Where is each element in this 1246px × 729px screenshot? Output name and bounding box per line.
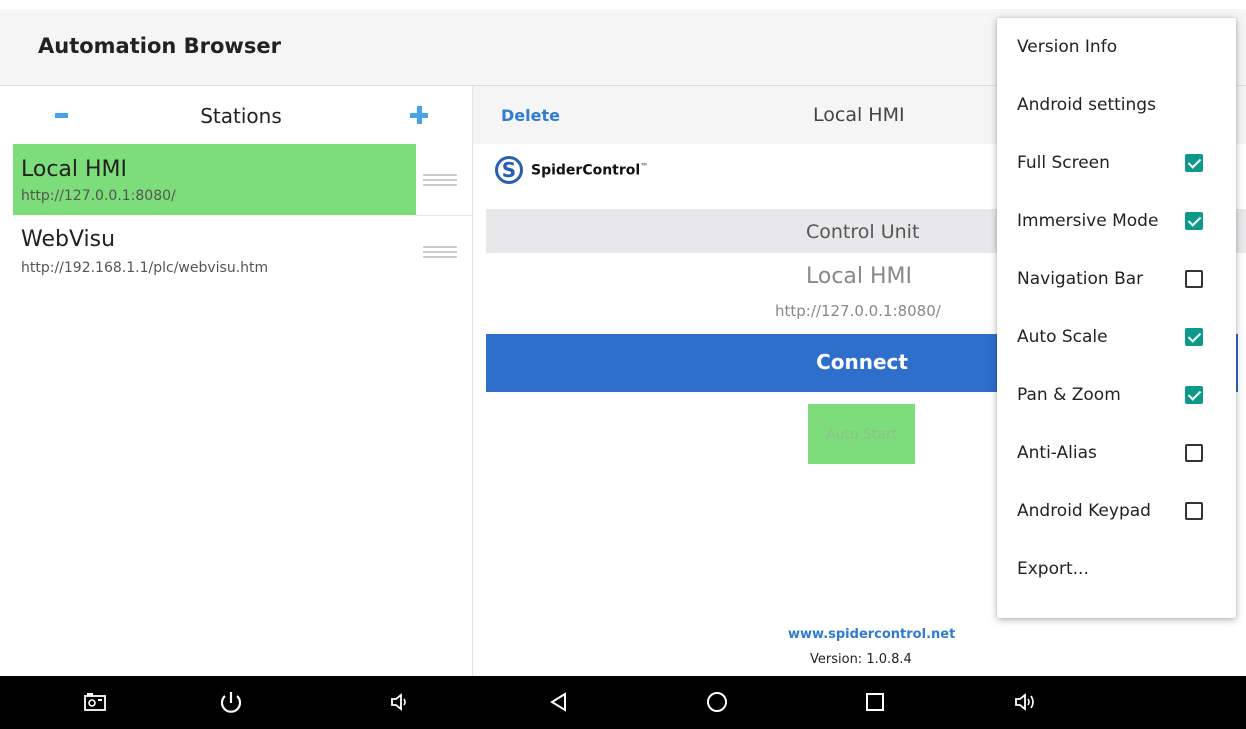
system-nav-bar [0, 676, 1246, 729]
station-url: http://192.168.1.1/plc/webvisu.htm [21, 260, 269, 276]
menu-item-android-keypad[interactable]: Android Keypad [997, 482, 1236, 540]
menu-item-label: Full Screen [1017, 153, 1110, 173]
menu-item-label: Export... [1017, 559, 1089, 579]
full-screen-checkbox[interactable] [1185, 154, 1203, 172]
unit-url: http://127.0.0.1:8080/ [775, 302, 941, 320]
volume-up-icon[interactable] [1003, 676, 1047, 729]
menu-item-android-settings[interactable]: Android settings [997, 76, 1236, 134]
menu-item-label: Immersive Mode [1017, 211, 1159, 231]
auto-start-button[interactable]: Auto Start [808, 404, 915, 464]
menu-item-export[interactable]: Export... [997, 540, 1236, 598]
menu-item-label: Navigation Bar [1017, 269, 1144, 289]
immersive-mode-checkbox[interactable] [1185, 212, 1203, 230]
menu-item-label: Version Info [1017, 37, 1118, 57]
logo-text: SpiderControl™ [531, 162, 649, 179]
menu-item-label: Android settings [1017, 95, 1156, 115]
drag-handle-icon[interactable] [423, 246, 457, 258]
home-icon[interactable] [695, 676, 739, 729]
menu-item-immersive-mode[interactable]: Immersive Mode [997, 192, 1236, 250]
menu-item-label: Auto Scale [1017, 327, 1108, 347]
overflow-menu: Version Info Android settings Full Scree… [997, 18, 1236, 618]
pan-zoom-checkbox[interactable] [1185, 386, 1203, 404]
screenshot-icon[interactable] [73, 676, 117, 729]
drag-handle-icon[interactable] [423, 174, 457, 186]
menu-item-pan-zoom[interactable]: Pan & Zoom [997, 366, 1236, 424]
station-url: http://127.0.0.1:8080/ [21, 188, 176, 204]
android-keypad-checkbox[interactable] [1185, 502, 1203, 520]
menu-item-label: Android Keypad [1017, 501, 1151, 521]
volume-down-icon[interactable] [378, 676, 422, 729]
website-link[interactable]: www.spidercontrol.net [788, 627, 955, 642]
navigation-bar-checkbox[interactable] [1185, 270, 1203, 288]
menu-item-label: Anti-Alias [1017, 443, 1097, 463]
unit-name: Local HMI [806, 264, 913, 289]
menu-item-label: Pan & Zoom [1017, 385, 1121, 405]
control-unit-label: Control Unit [806, 221, 920, 243]
station-name: WebVisu [21, 227, 116, 252]
station-item-local-hmi[interactable]: Local HMI http://127.0.0.1:8080/ [13, 144, 472, 216]
status-strip [0, 0, 1246, 9]
stations-header: Stations [0, 86, 472, 143]
menu-item-full-screen[interactable]: Full Screen [997, 134, 1236, 192]
logo-s-icon: S [501, 158, 517, 182]
app-title: Automation Browser [38, 34, 281, 58]
auto-scale-checkbox[interactable] [1185, 328, 1203, 346]
auto-start-label: Auto Start [825, 427, 898, 443]
menu-item-version-info[interactable]: Version Info [997, 18, 1236, 76]
anti-alias-checkbox[interactable] [1185, 444, 1203, 462]
power-icon[interactable] [208, 676, 252, 729]
recents-icon[interactable] [853, 676, 897, 729]
station-item-webvisu[interactable]: WebVisu http://192.168.1.1/plc/webvisu.h… [13, 216, 472, 288]
back-icon[interactable] [537, 676, 581, 729]
station-name: Local HMI [21, 157, 128, 182]
menu-item-auto-scale[interactable]: Auto Scale [997, 308, 1236, 366]
menu-item-navigation-bar[interactable]: Navigation Bar [997, 250, 1236, 308]
stations-pane: Stations Local HMI http://127.0.0.1:8080… [0, 86, 473, 676]
menu-item-anti-alias[interactable]: Anti-Alias [997, 424, 1236, 482]
detail-title: Local HMI [813, 104, 905, 126]
add-station-button[interactable] [410, 106, 428, 124]
delete-button[interactable]: Delete [501, 106, 560, 125]
version-text: Version: 1.0.8.4 [810, 652, 912, 667]
